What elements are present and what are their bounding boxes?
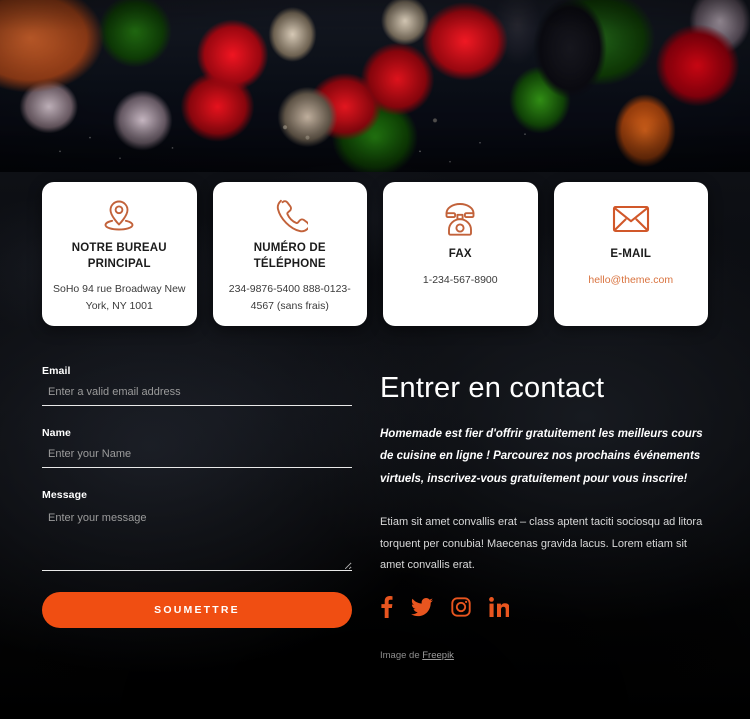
info-lead-paragraph: Homemade est fier d'offrir gratuitement …	[380, 427, 703, 485]
contact-card-body: 1-234-567-8900	[422, 273, 498, 286]
contact-card-title: NOTRE BUREAU PRINCIPAL	[71, 242, 167, 270]
name-field-label: Name	[42, 427, 71, 439]
email-address-link[interactable]: hello@theme.com	[588, 272, 673, 288]
instagram-icon[interactable]	[451, 597, 471, 618]
image-credit-prefix: Image de	[380, 650, 423, 662]
envelope-icon	[610, 196, 652, 242]
fax-telephone-icon	[440, 196, 480, 242]
contact-form: Email Name Message SOUMETTRE	[42, 365, 352, 661]
social-links	[380, 596, 708, 619]
email-field-label: Email	[42, 365, 71, 377]
contact-card-main-office: NOTRE BUREAU PRINCIPAL SoHo 94 rue Broad…	[42, 182, 197, 326]
facebook-icon[interactable]	[380, 596, 393, 619]
contact-card-body: SoHo 94 rue Broadway New York, NY 1001	[53, 283, 186, 312]
contact-card-body: 234-9876-5400 888-0123-4567 (sans frais)	[228, 283, 351, 312]
hero-photo-vignette	[0, 0, 750, 172]
contact-card-email: E-MAIL hello@theme.com	[553, 182, 708, 326]
contact-card-title: E-MAIL	[610, 248, 652, 260]
linkedin-icon[interactable]	[489, 597, 510, 618]
contact-page: NOTRE BUREAU PRINCIPAL SoHo 94 rue Broad…	[0, 0, 750, 719]
contact-cards: NOTRE BUREAU PRINCIPAL SoHo 94 rue Broad…	[42, 182, 708, 326]
email-input[interactable]	[42, 384, 352, 406]
phone-handset-icon	[272, 196, 308, 236]
hero-image	[0, 0, 750, 172]
contact-card-phone: NUMÉRO DE TÉLÉPHONE 234-9876-5400 888-01…	[212, 182, 367, 326]
name-field-group: Name	[42, 427, 352, 468]
image-credit: Image de Freepik	[380, 650, 708, 661]
name-input[interactable]	[42, 446, 352, 468]
location-pin-icon	[100, 196, 138, 236]
email-field-group: Email	[42, 365, 352, 406]
message-field-group: Message	[42, 489, 352, 571]
contact-card-fax: FAX 1-234-567-8900	[383, 182, 538, 326]
info-body-paragraph: Etiam sit amet convallis erat – class ap…	[380, 516, 703, 572]
page-title: Entrer en contact	[380, 372, 605, 404]
submit-button[interactable]: SOUMETTRE	[42, 592, 352, 628]
contact-card-title: NUMÉRO DE TÉLÉPHONE	[253, 242, 326, 270]
message-textarea[interactable]	[42, 508, 352, 571]
freepik-link[interactable]: Freepik	[422, 650, 454, 661]
contact-info-column: Entrer en contact Homemade est fier d'of…	[380, 365, 708, 661]
contact-card-title: FAX	[448, 248, 472, 260]
twitter-icon[interactable]	[411, 597, 433, 617]
contact-lower-section: Email Name Message SOUMETTRE Entrer en c…	[0, 365, 750, 661]
message-field-label: Message	[42, 489, 88, 501]
